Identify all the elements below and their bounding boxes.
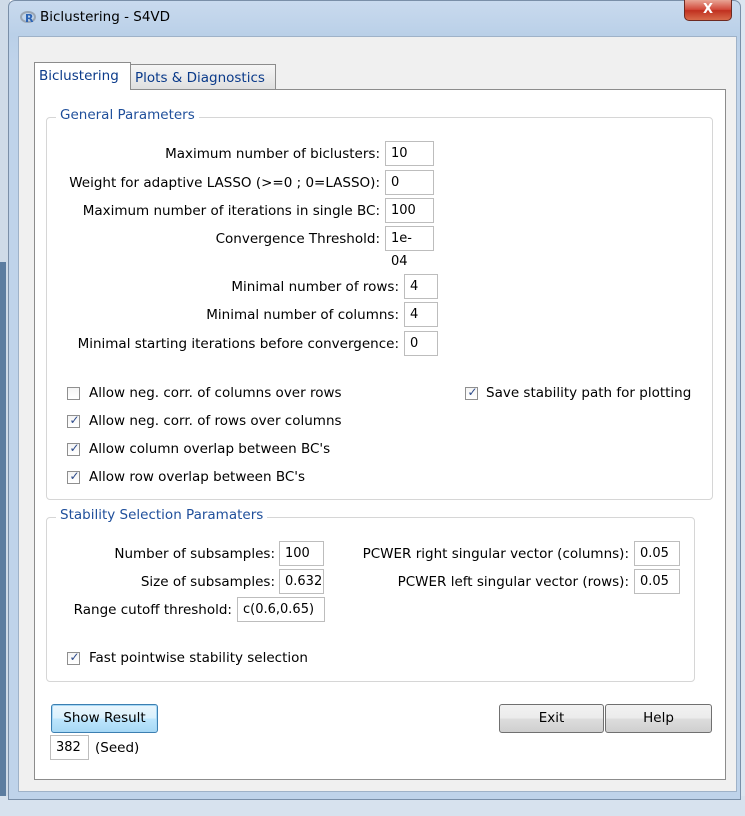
window: R Biclustering - S4VD X Biclustering Plo…	[0, 0, 745, 816]
stability-selection-title: Stability Selection Paramaters	[56, 507, 268, 523]
range-cutoff-input[interactable]: c(0.6,0.65)	[237, 597, 325, 622]
close-button[interactable]: X	[684, 0, 732, 21]
checkmark-icon: ✓	[69, 413, 80, 427]
save-stability-path-label: Save stability path for plotting	[486, 385, 692, 401]
neg-corr-columns-checkbox[interactable]	[67, 387, 80, 400]
r-logo-icon: R	[20, 9, 36, 25]
pcwer-left-input[interactable]: 0.05	[634, 569, 680, 594]
tab-plots-diagnostics[interactable]: Plots & Diagnostics	[130, 64, 276, 90]
range-cutoff-label: Range cutoff threshold:	[73, 602, 232, 618]
show-result-button[interactable]: Show Result	[51, 704, 158, 733]
max-biclusters-label: Maximum number of biclusters:	[165, 146, 380, 162]
neg-corr-rows-checkbox[interactable]: ✓	[67, 413, 80, 428]
convergence-threshold-input[interactable]: 1e-04	[385, 226, 434, 269]
checkmark-icon: ✓	[69, 469, 80, 483]
seed-label: (Seed)	[95, 740, 140, 756]
min-rows-input[interactable]: 4	[404, 274, 438, 299]
row-overlap-label: Allow row overlap between BC's	[89, 469, 306, 485]
min-rows-label: Minimal number of rows:	[231, 279, 399, 295]
adaptive-lasso-weight-label: Weight for adaptive LASSO (>=0 ; 0=LASSO…	[69, 175, 380, 191]
max-iterations-input[interactable]: 100	[385, 198, 434, 223]
svg-text:R: R	[25, 12, 34, 25]
save-stability-path-checkbox[interactable]: ✓	[465, 385, 478, 400]
size-subsamples-input[interactable]: 0.632	[279, 569, 324, 594]
pcwer-right-label: PCWER right singular vector (columns):	[362, 546, 629, 562]
column-overlap-checkbox[interactable]: ✓	[67, 441, 80, 456]
row-overlap-checkbox[interactable]: ✓	[67, 469, 80, 484]
window-title: Biclustering - S4VD	[40, 9, 171, 25]
checkmark-icon: ✓	[467, 385, 478, 399]
min-columns-input[interactable]: 4	[404, 302, 438, 327]
min-start-iterations-input[interactable]: 0	[404, 331, 438, 356]
convergence-threshold-label: Convergence Threshold:	[215, 231, 380, 247]
tab-biclustering[interactable]: Biclustering	[34, 62, 131, 90]
help-button[interactable]: Help	[605, 704, 712, 733]
column-overlap-label: Allow column overlap between BC's	[89, 441, 331, 457]
checkmark-icon: ✓	[69, 441, 80, 455]
num-subsamples-label: Number of subsamples:	[114, 546, 275, 562]
checkmark-icon: ✓	[69, 650, 80, 664]
min-start-iterations-label: Minimal starting iterations before conve…	[77, 336, 399, 352]
fast-pointwise-label: Fast pointwise stability selection	[89, 650, 308, 666]
neg-corr-rows-label: Allow neg. corr. of rows over columns	[89, 413, 342, 429]
min-columns-label: Minimal number of columns:	[206, 307, 399, 323]
max-iterations-label: Maximum number of iterations in single B…	[82, 203, 380, 219]
general-parameters-title: General Parameters	[56, 107, 199, 123]
max-biclusters-input[interactable]: 10	[385, 141, 434, 166]
fast-pointwise-checkbox[interactable]: ✓	[67, 650, 80, 665]
pcwer-left-label: PCWER left singular vector (rows):	[397, 574, 629, 590]
seed-input[interactable]: 382	[50, 735, 89, 760]
pcwer-right-input[interactable]: 0.05	[634, 541, 680, 566]
num-subsamples-input[interactable]: 100	[279, 541, 324, 566]
close-icon: X	[702, 2, 714, 17]
exit-button[interactable]: Exit	[499, 704, 604, 733]
adaptive-lasso-weight-input[interactable]: 0	[385, 170, 434, 195]
size-subsamples-label: Size of subsamples:	[140, 574, 275, 590]
neg-corr-columns-label: Allow neg. corr. of columns over rows	[89, 385, 342, 401]
